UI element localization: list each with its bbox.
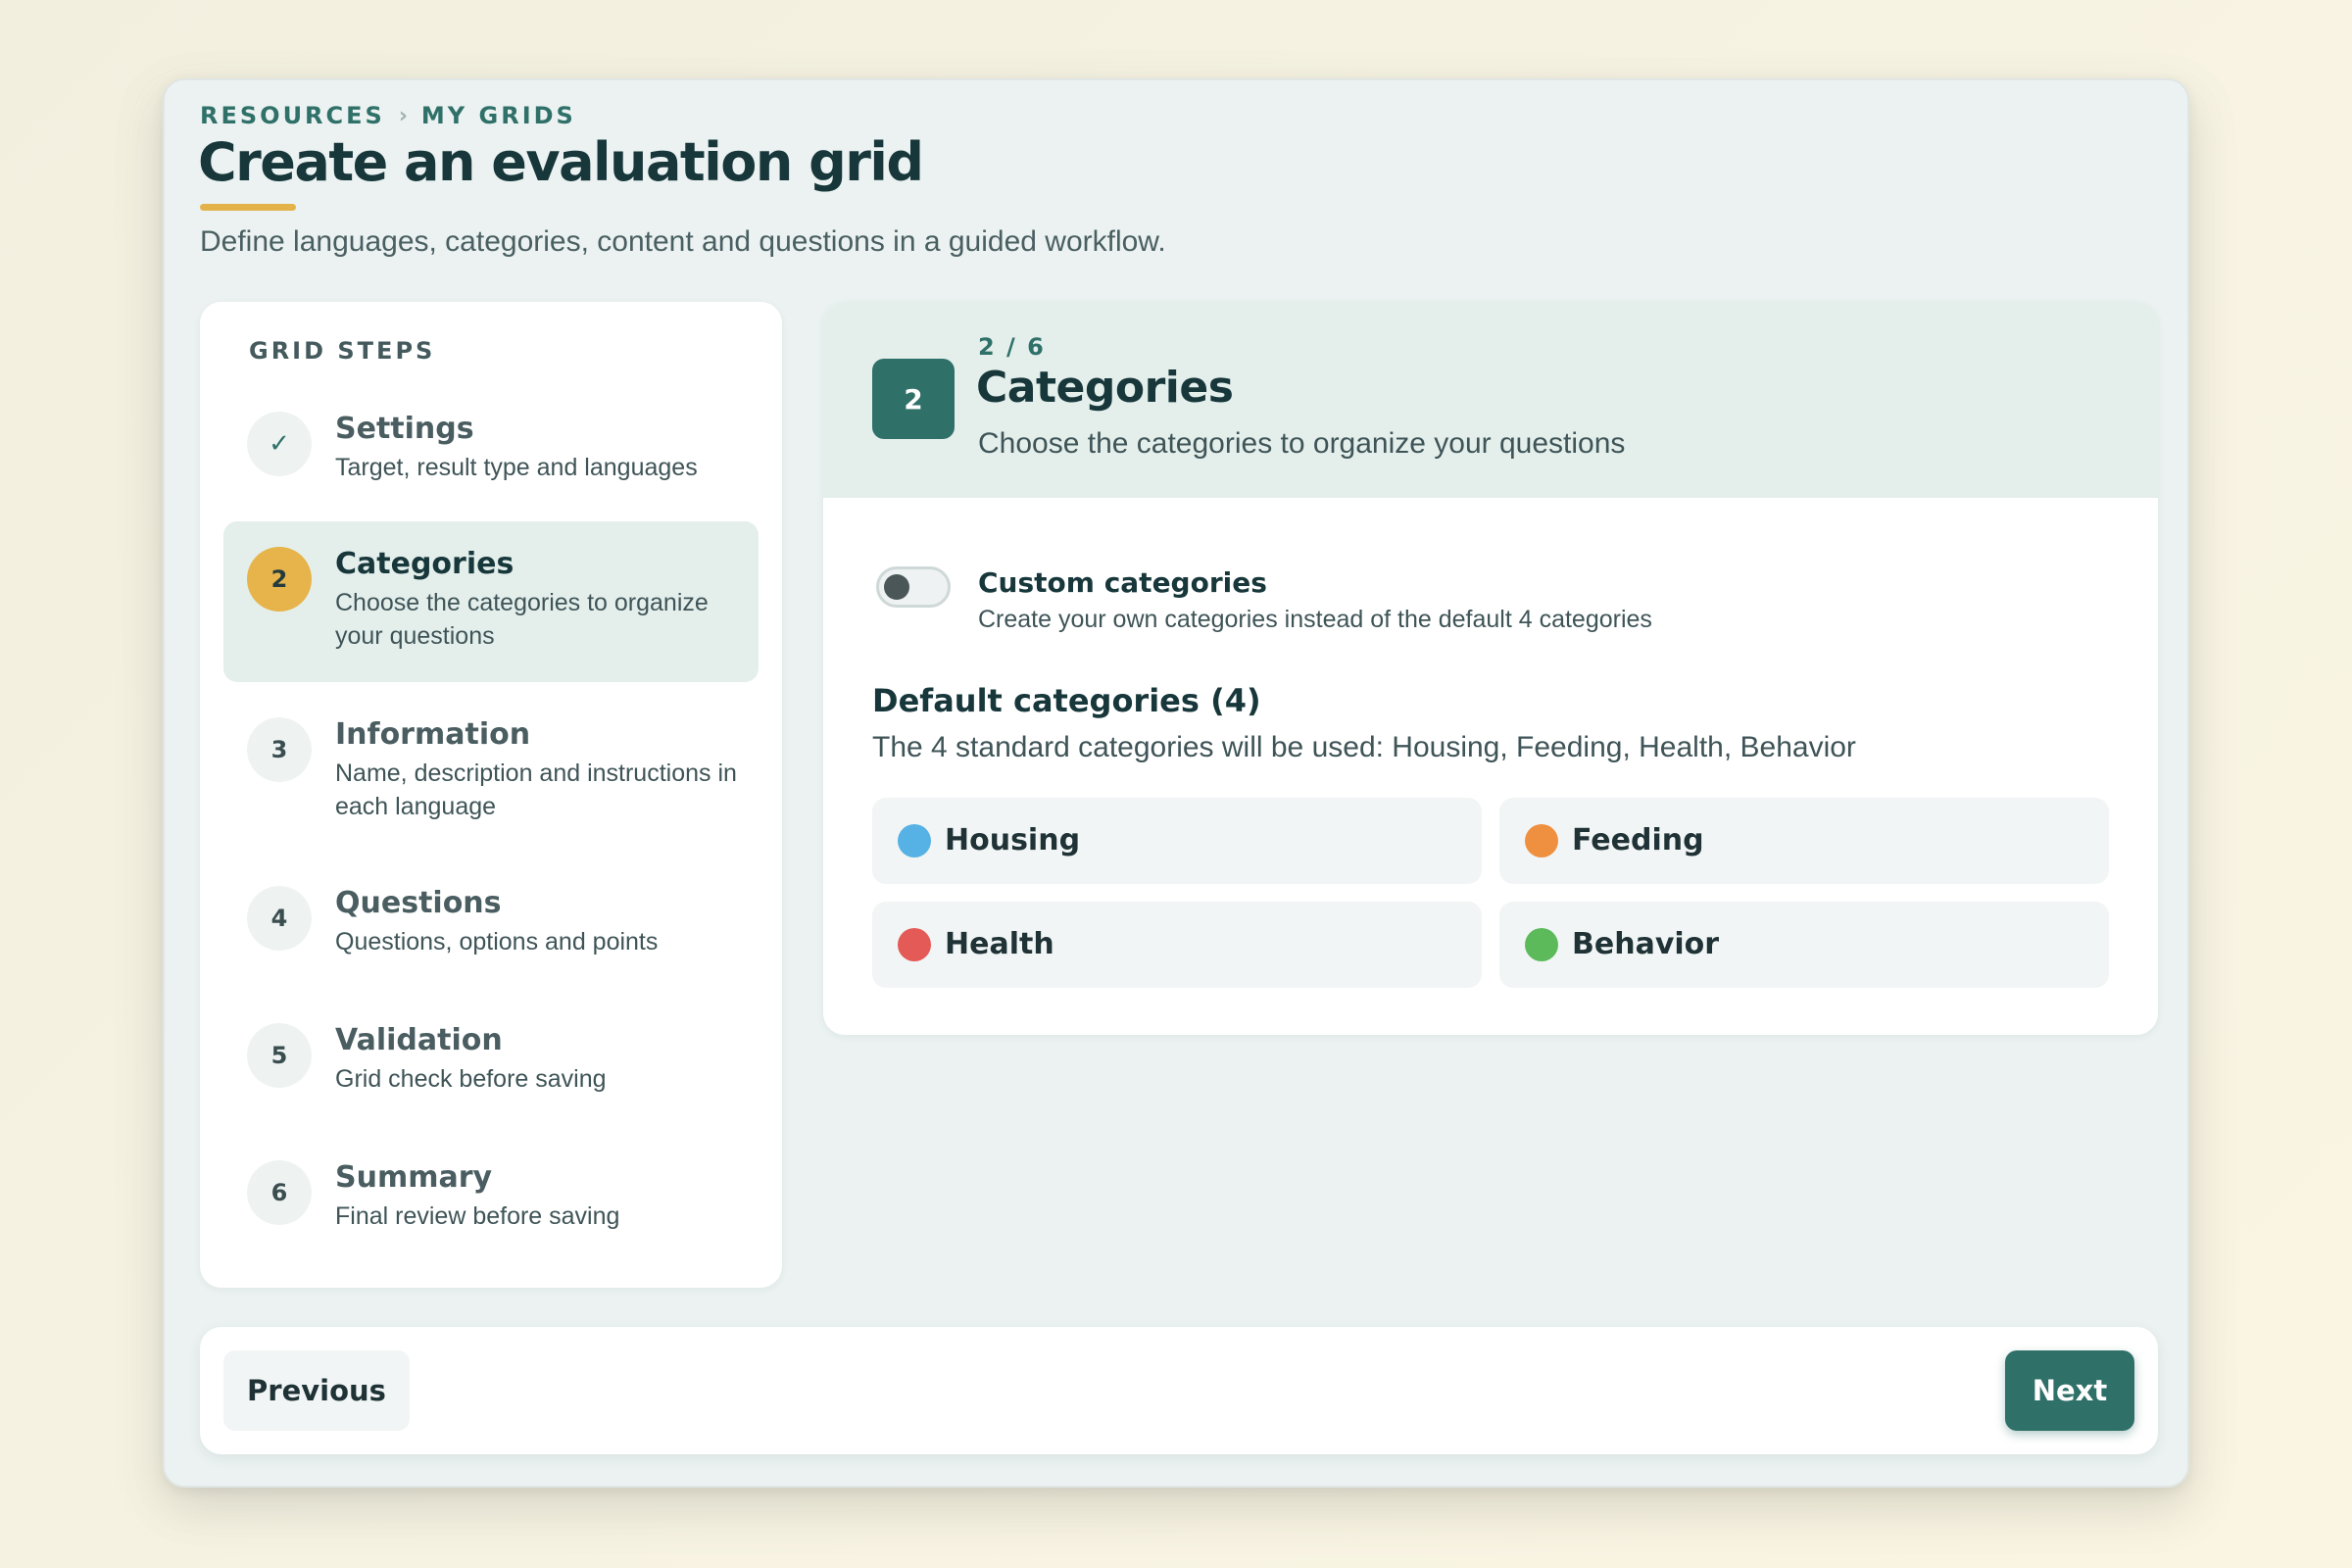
step-information[interactable]: 3 Information Name, description and inst…	[223, 694, 759, 841]
checkmark-icon: ✓	[247, 412, 312, 476]
category-housing: Housing	[872, 798, 1482, 884]
category-color-dot	[1525, 824, 1558, 858]
category-color-dot	[898, 824, 931, 858]
wizard-footer: Previous Next	[200, 1327, 2158, 1454]
page-subtitle: Define languages, categories, content an…	[200, 225, 1166, 258]
category-color-dot	[898, 928, 931, 961]
step-number: 6	[247, 1160, 312, 1225]
step-content-panel: 2 2 / 6 Categories Choose the categories…	[823, 302, 2158, 1035]
step-summary[interactable]: 6 Summary Final review before saving	[223, 1137, 759, 1254]
step-label: Questions	[335, 886, 502, 920]
category-feeding: Feeding	[1499, 798, 2109, 884]
step-desc: Target, result type and languages	[335, 454, 698, 481]
breadcrumb-separator: ›	[398, 103, 408, 128]
toggle-knob	[884, 574, 909, 600]
category-name: Health	[945, 927, 1054, 961]
title-underline	[200, 204, 296, 211]
category-behavior: Behavior	[1499, 902, 2109, 988]
category-health: Health	[872, 902, 1482, 988]
grid-steps-sidebar: GRID STEPS ✓ Settings Target, result typ…	[200, 302, 782, 1288]
page-title: Create an evaluation grid	[198, 131, 924, 193]
step-settings[interactable]: ✓ Settings Target, result type and langu…	[223, 392, 759, 500]
category-color-dot	[1525, 928, 1558, 961]
category-name: Housing	[945, 823, 1081, 858]
step-badge: 2	[872, 359, 955, 439]
step-categories[interactable]: 2 Categories Choose the categories to or…	[223, 521, 759, 682]
category-name: Feeding	[1572, 823, 1704, 858]
step-questions[interactable]: 4 Questions Questions, options and point…	[223, 862, 759, 980]
step-label: Validation	[335, 1023, 503, 1057]
next-button[interactable]: Next	[2005, 1350, 2134, 1431]
step-desc: Grid check before saving	[335, 1065, 607, 1093]
default-categories-title: Default categories (4)	[872, 682, 1261, 719]
category-name: Behavior	[1572, 927, 1720, 961]
step-desc: Name, description and instructions in ea…	[335, 760, 737, 820]
custom-categories-label: Custom categories	[978, 566, 1267, 599]
step-validation[interactable]: 5 Validation Grid check before saving	[223, 1000, 759, 1117]
default-categories-desc: The 4 standard categories will be used: …	[872, 731, 1856, 763]
step-counter: 2 / 6	[978, 333, 1046, 361]
sidebar-heading: GRID STEPS	[249, 337, 436, 365]
step-label: Information	[335, 717, 531, 752]
wizard-window: RESOURCES › MY GRIDS Create an evaluatio…	[163, 78, 2189, 1488]
step-number: 2	[247, 547, 312, 612]
breadcrumb-resources[interactable]: RESOURCES	[200, 102, 385, 129]
previous-button[interactable]: Previous	[223, 1350, 410, 1431]
step-number: 5	[247, 1023, 312, 1088]
step-desc: Questions, options and points	[335, 928, 659, 956]
breadcrumb-my-grids[interactable]: MY GRIDS	[421, 102, 576, 129]
step-label: Summary	[335, 1160, 493, 1195]
step-title: Categories	[976, 363, 1234, 413]
step-desc: Final review before saving	[335, 1202, 620, 1230]
step-label: Settings	[335, 412, 474, 446]
breadcrumb: RESOURCES › MY GRIDS	[200, 102, 576, 129]
step-description: Choose the categories to organize your q…	[978, 427, 1626, 460]
step-number: 3	[247, 717, 312, 782]
step-label: Categories	[335, 547, 514, 581]
step-header: 2 2 / 6 Categories Choose the categories…	[823, 302, 2158, 498]
step-number: 4	[247, 886, 312, 951]
custom-categories-toggle[interactable]	[876, 566, 951, 608]
custom-categories-desc: Create your own categories instead of th…	[978, 606, 1652, 633]
step-desc: Choose the categories to organize your q…	[335, 589, 709, 650]
